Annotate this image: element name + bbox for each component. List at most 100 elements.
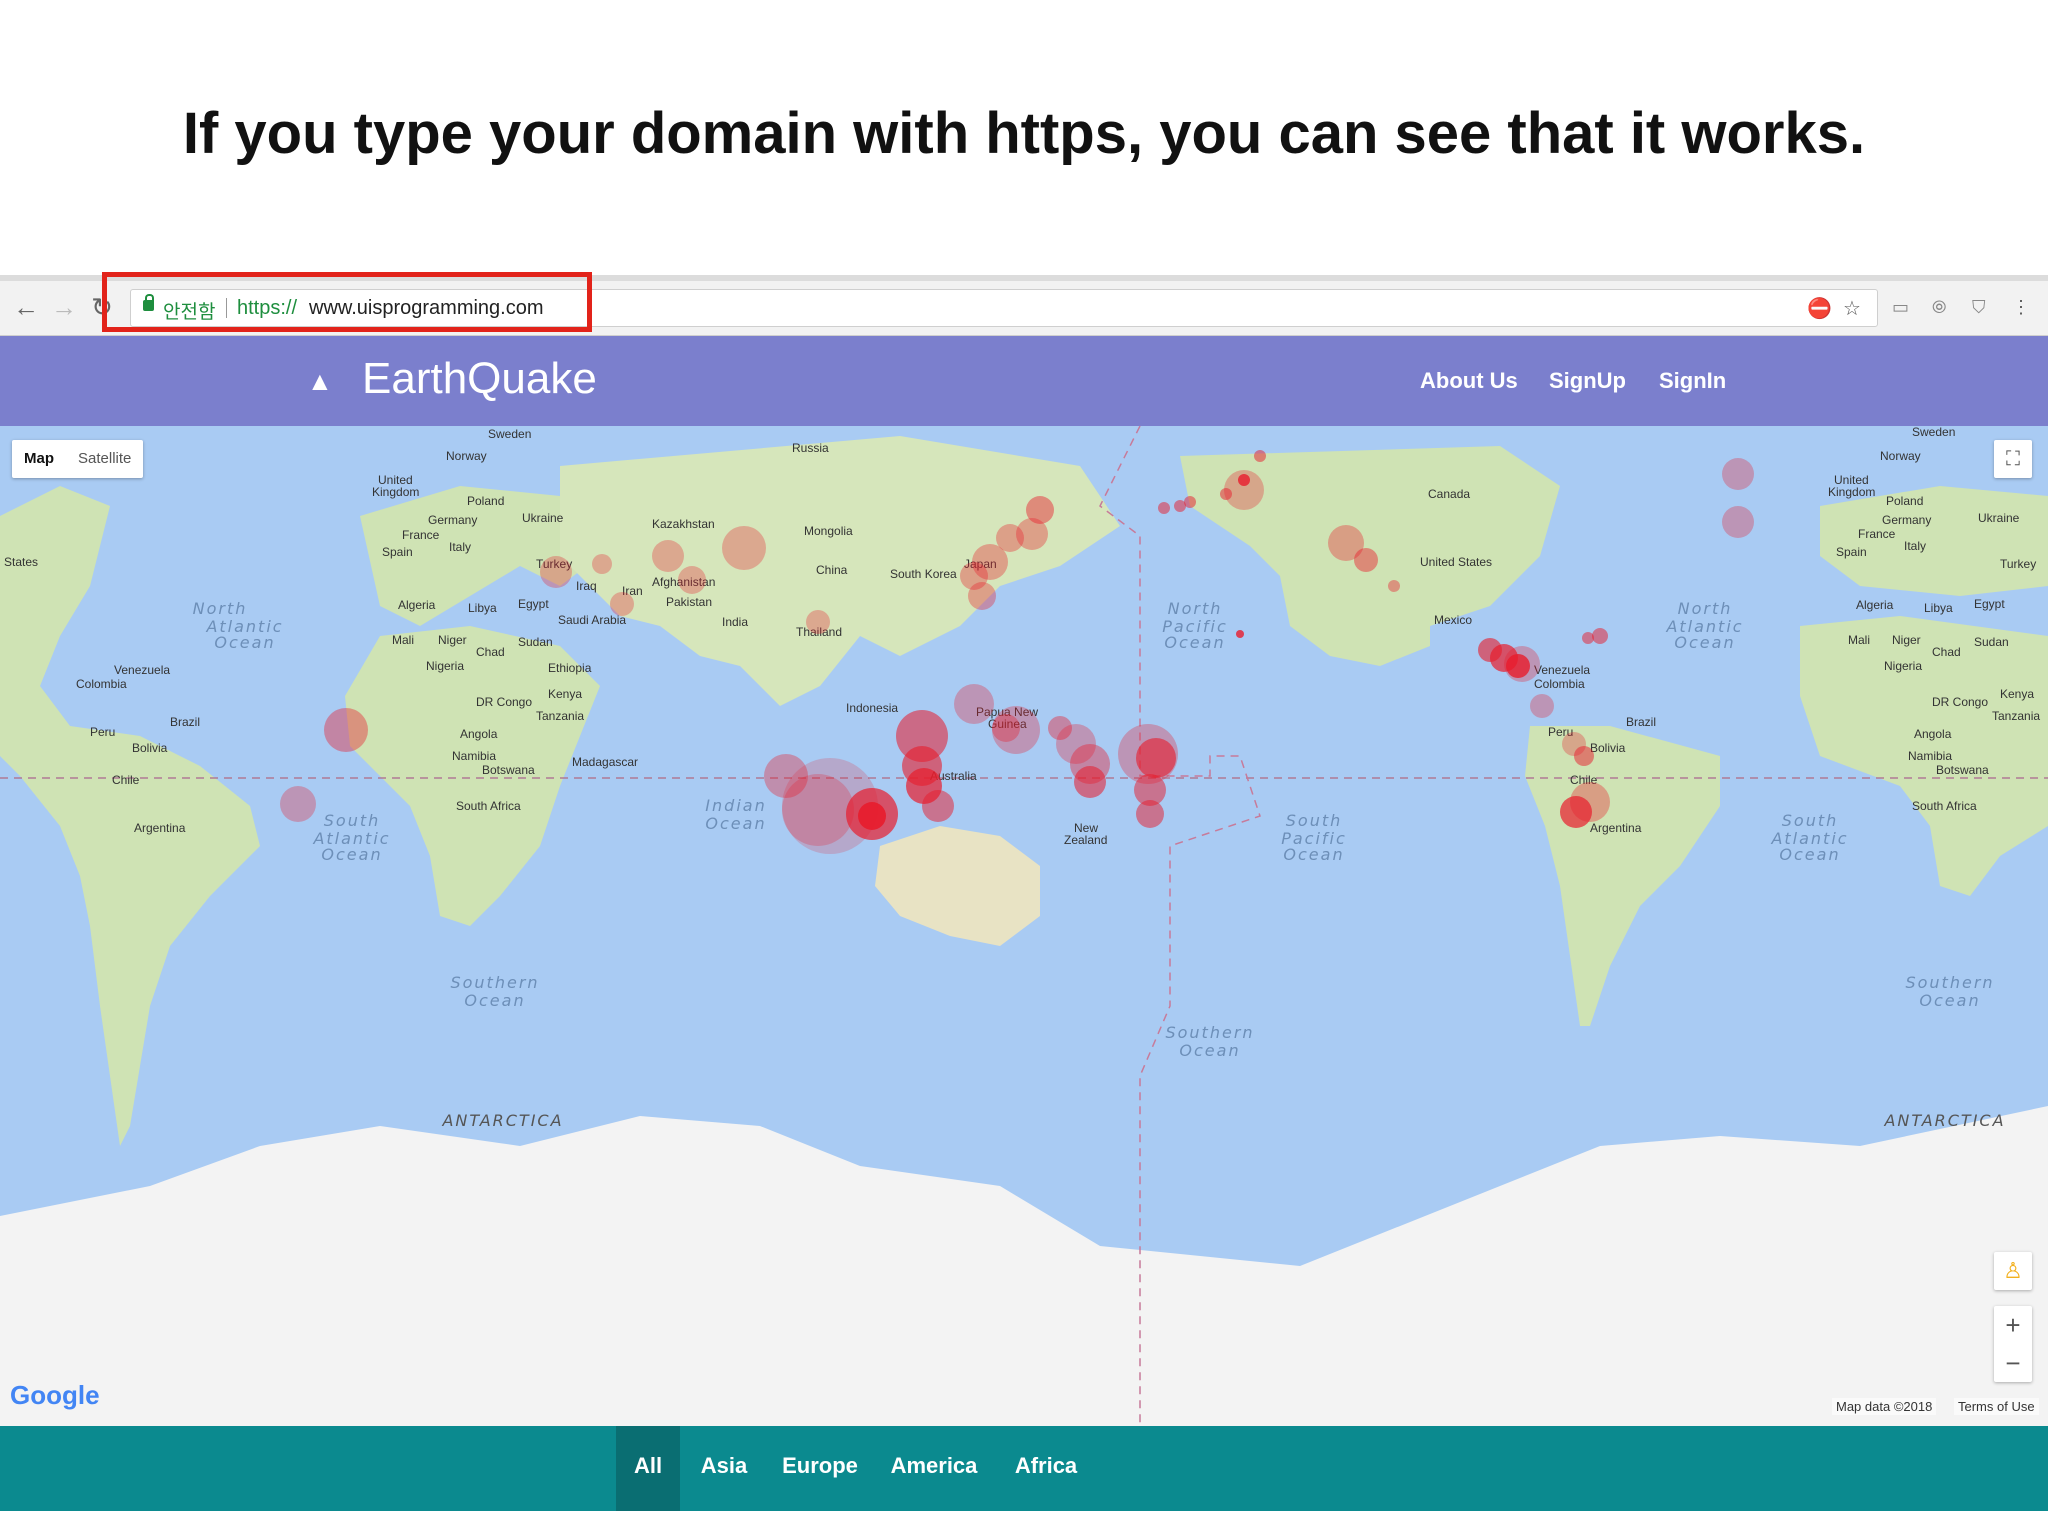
extension-icon[interactable]: ⦾ xyxy=(1932,297,1946,318)
brand-title[interactable]: EarthQuake xyxy=(362,354,597,404)
nav-signin[interactable]: SignIn xyxy=(1659,368,1726,394)
zoom-in-button[interactable]: + xyxy=(1994,1306,2032,1344)
bookmark-star-icon[interactable]: ☆ xyxy=(1843,296,1861,321)
svg-text:Argentina: Argentina xyxy=(1590,821,1642,835)
svg-text:China: China xyxy=(816,563,848,577)
app-navbar: ▲ EarthQuake About Us SignUp SignIn xyxy=(0,336,2048,426)
map-type-map[interactable]: Map xyxy=(12,440,66,478)
svg-text:Tanzania: Tanzania xyxy=(1992,709,2040,723)
blocked-icon[interactable]: ⛔ xyxy=(1807,296,1832,321)
svg-text:Algeria: Algeria xyxy=(398,598,436,612)
svg-text:Bolivia: Bolivia xyxy=(1590,741,1626,755)
svg-text:South: South xyxy=(1782,811,1839,830)
svg-text:Nigeria: Nigeria xyxy=(426,659,464,673)
svg-text:Ocean: Ocean xyxy=(1283,845,1344,864)
svg-text:Germany: Germany xyxy=(428,513,477,527)
svg-text:Brazil: Brazil xyxy=(170,715,200,729)
svg-text:ANTARCTICA: ANTARCTICA xyxy=(441,1111,563,1130)
svg-text:Libya: Libya xyxy=(1924,601,1953,615)
cast-icon[interactable]: ▭ xyxy=(1892,297,1909,318)
svg-text:United States: United States xyxy=(1420,555,1492,569)
tab-africa[interactable]: Africa xyxy=(1006,1426,1086,1511)
svg-text:Germany: Germany xyxy=(1882,513,1931,527)
tab-europe[interactable]: Europe xyxy=(776,1426,864,1511)
svg-text:Botswana: Botswana xyxy=(1936,763,1989,777)
svg-text:Ocean: Ocean xyxy=(1164,633,1225,652)
svg-text:Venezuela: Venezuela xyxy=(1534,663,1590,677)
map-terms-link[interactable]: Terms of Use xyxy=(1954,1398,2039,1415)
svg-text:Ukraine: Ukraine xyxy=(1978,511,2020,525)
svg-text:Egypt: Egypt xyxy=(518,597,549,611)
svg-text:Egypt: Egypt xyxy=(1974,597,2005,611)
slide-title: If you type your domain with https, you … xyxy=(182,101,1866,166)
svg-text:Ocean: Ocean xyxy=(1179,1041,1240,1060)
svg-text:North: North xyxy=(1678,599,1733,618)
svg-text:South Africa: South Africa xyxy=(1912,799,1977,813)
svg-text:Sweden: Sweden xyxy=(488,427,531,441)
svg-text:Indian: Indian xyxy=(705,796,766,815)
svg-text:Pakistan: Pakistan xyxy=(666,595,712,609)
zoom-out-button[interactable]: − xyxy=(1994,1344,2032,1382)
svg-text:Spain: Spain xyxy=(1836,545,1867,559)
svg-text:Indonesia: Indonesia xyxy=(846,701,898,715)
zoom-control: + − xyxy=(1994,1306,2032,1382)
map-type-satellite[interactable]: Satellite xyxy=(66,440,143,478)
svg-text:Mali: Mali xyxy=(392,633,414,647)
svg-text:Colombia: Colombia xyxy=(76,677,127,691)
region-tabs: All Asia Europe America Africa xyxy=(0,1426,2048,1511)
map-attribution: Map data ©2018 xyxy=(1832,1398,1937,1415)
svg-text:Tanzania: Tanzania xyxy=(536,709,584,723)
nav-about-us[interactable]: About Us xyxy=(1420,368,1518,394)
svg-text:Turkey: Turkey xyxy=(2000,557,2036,571)
svg-text:North: North xyxy=(1168,599,1223,618)
svg-text:South Africa: South Africa xyxy=(456,799,521,813)
svg-text:Italy: Italy xyxy=(1904,539,1926,553)
svg-text:Chile: Chile xyxy=(112,773,140,787)
svg-text:Ocean: Ocean xyxy=(1919,991,1980,1010)
svg-text:Venezuela: Venezuela xyxy=(114,663,170,677)
svg-text:Bolivia: Bolivia xyxy=(132,741,168,755)
svg-text:France: France xyxy=(402,528,440,542)
svg-text:Chad: Chad xyxy=(1932,645,1961,659)
svg-text:Brazil: Brazil xyxy=(1626,715,1656,729)
svg-text:France: France xyxy=(1858,527,1896,541)
map-canvas: North Atlantic Ocean South Atlantic Ocea… xyxy=(0,426,2048,1426)
svg-text:Sweden: Sweden xyxy=(1912,426,1955,439)
svg-text:Libya: Libya xyxy=(468,601,497,615)
svg-text:Ocean: Ocean xyxy=(705,814,766,833)
svg-text:DR Congo: DR Congo xyxy=(476,695,532,709)
mountain-icon: ▲ xyxy=(307,366,333,396)
svg-text:States: States xyxy=(4,555,38,569)
back-arrow-icon[interactable]: ← xyxy=(12,293,40,321)
svg-text:Ethiopia: Ethiopia xyxy=(548,661,592,675)
forward-arrow-icon[interactable]: → xyxy=(50,293,78,321)
svg-text:Norway: Norway xyxy=(446,449,487,463)
tab-america[interactable]: America xyxy=(886,1426,982,1511)
pegman-icon[interactable]: ♙ xyxy=(1994,1252,2032,1290)
svg-text:Algeria: Algeria xyxy=(1856,598,1894,612)
shield-icon[interactable]: ⛉ xyxy=(1972,297,1986,318)
svg-text:Ocean: Ocean xyxy=(464,991,525,1010)
svg-text:Poland: Poland xyxy=(467,494,504,508)
svg-text:Peru: Peru xyxy=(90,725,115,739)
menu-icon[interactable]: ⋮ xyxy=(2012,297,2030,318)
svg-text:Namibia: Namibia xyxy=(1908,749,1952,763)
world-map[interactable]: North Atlantic Ocean South Atlantic Ocea… xyxy=(0,426,2048,1426)
svg-text:South: South xyxy=(1286,811,1343,830)
svg-text:Ocean: Ocean xyxy=(321,845,382,864)
svg-text:Poland: Poland xyxy=(1886,494,1923,508)
svg-text:Sudan: Sudan xyxy=(1974,635,2009,649)
svg-text:Mexico: Mexico xyxy=(1434,613,1472,627)
svg-text:South Korea: South Korea xyxy=(890,567,957,581)
svg-text:Southern: Southern xyxy=(1905,973,1994,992)
address-highlight xyxy=(102,272,592,332)
nav-signup[interactable]: SignUp xyxy=(1549,368,1626,394)
svg-text:Sudan: Sudan xyxy=(518,635,553,649)
tab-asia[interactable]: Asia xyxy=(690,1426,758,1511)
svg-text:Kazakhstan: Kazakhstan xyxy=(652,517,715,531)
svg-text:Argentina: Argentina xyxy=(134,821,186,835)
svg-text:Russia: Russia xyxy=(792,441,829,455)
svg-text:Botswana: Botswana xyxy=(482,763,535,777)
tab-all[interactable]: All xyxy=(616,1426,680,1511)
fullscreen-icon[interactable]: ⛶ xyxy=(1994,440,2032,478)
